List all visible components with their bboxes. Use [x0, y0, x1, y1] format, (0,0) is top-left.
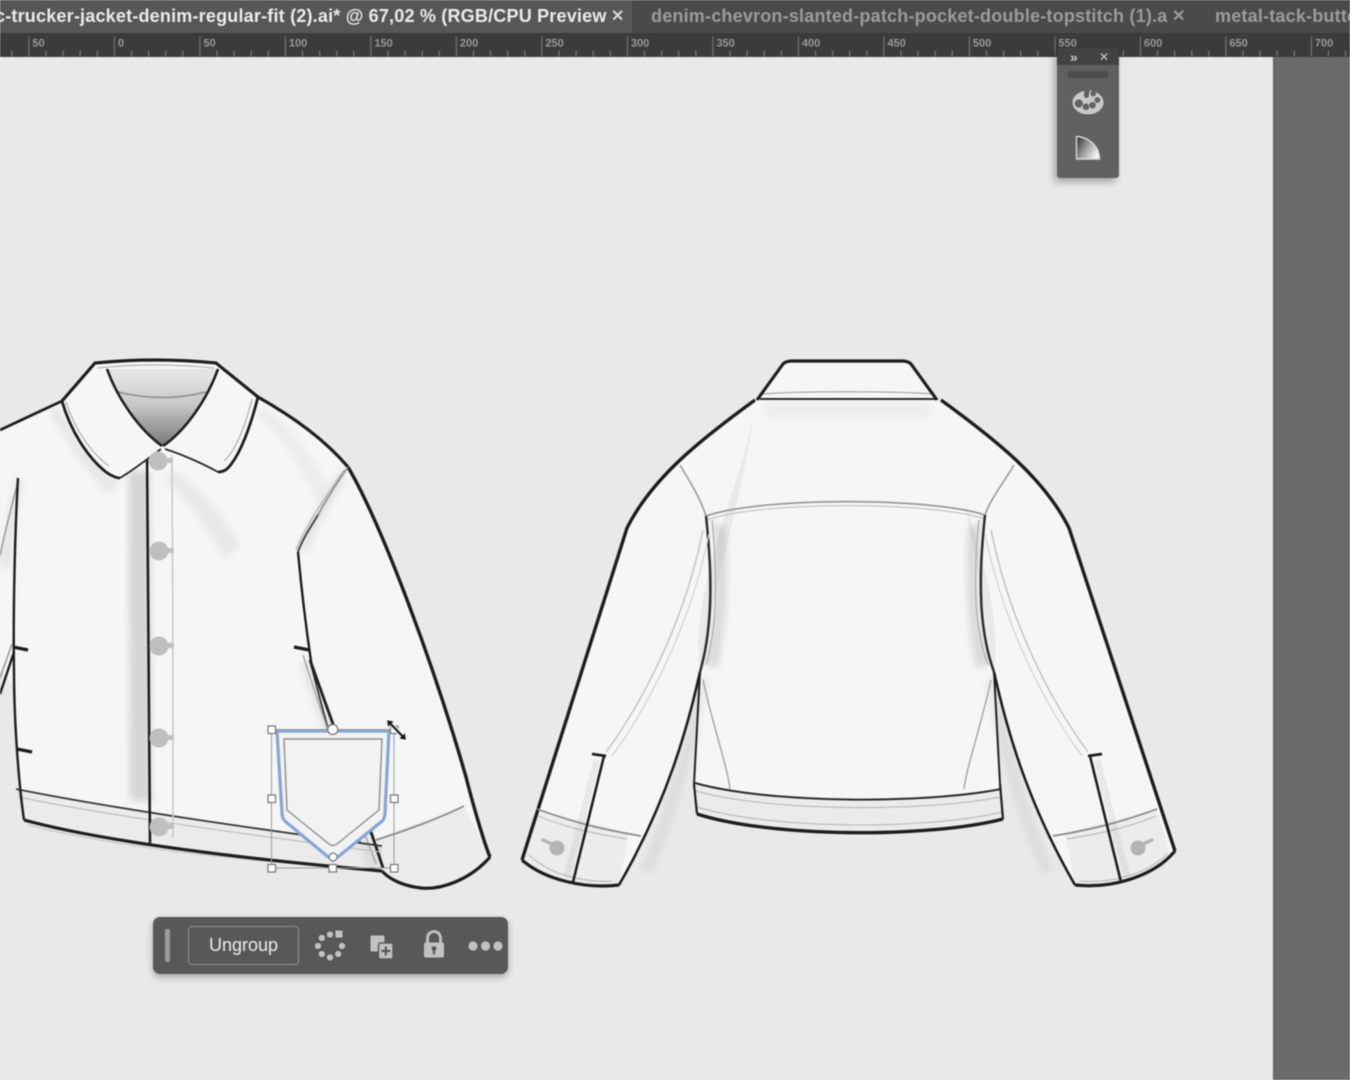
svg-text:250: 250	[545, 38, 563, 50]
svg-text:100: 100	[289, 38, 307, 50]
svg-text:450: 450	[887, 38, 905, 50]
svg-text:350: 350	[716, 38, 734, 50]
svg-text:200: 200	[460, 38, 478, 50]
svg-text:600: 600	[1144, 38, 1162, 50]
svg-text:50: 50	[32, 38, 44, 50]
svg-text:500: 500	[973, 38, 991, 50]
svg-text:700: 700	[1315, 38, 1333, 50]
svg-text:650: 650	[1229, 38, 1247, 50]
svg-text:300: 300	[631, 38, 649, 50]
svg-text:400: 400	[802, 38, 820, 50]
svg-text:0: 0	[118, 38, 124, 50]
svg-text:50: 50	[203, 38, 215, 50]
svg-text:150: 150	[374, 38, 392, 50]
